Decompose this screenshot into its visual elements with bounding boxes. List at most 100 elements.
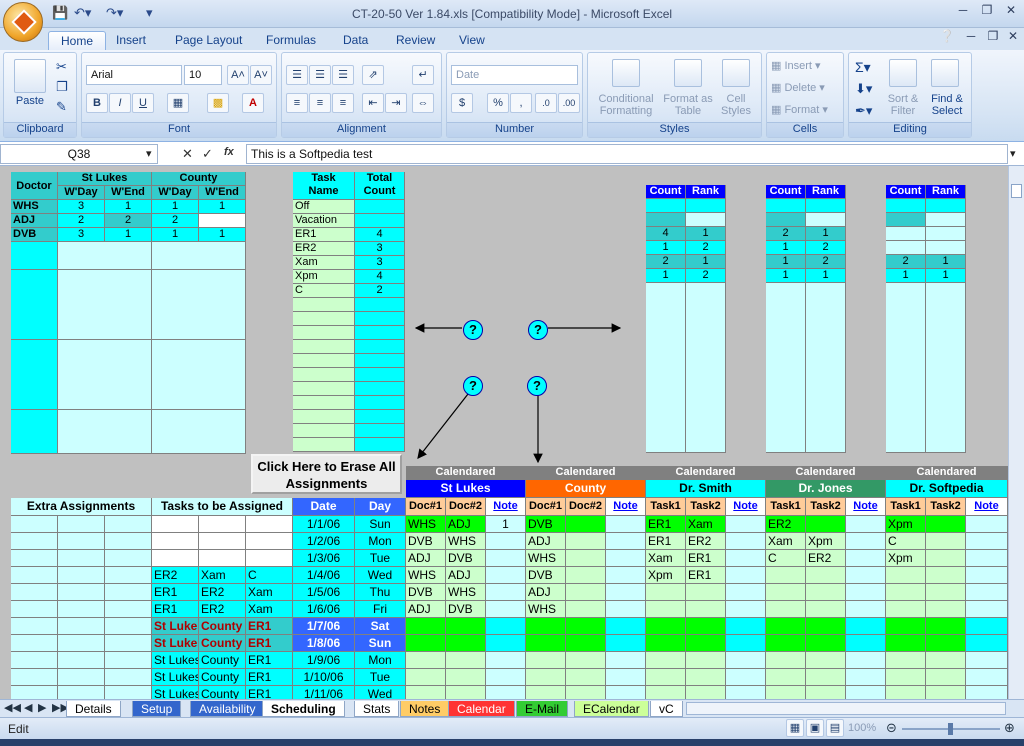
task-to-assign-cell[interactable] — [152, 533, 199, 550]
insert-function-icon[interactable]: fx — [224, 146, 234, 158]
summary-count[interactable]: 2 — [152, 214, 199, 228]
task-name[interactable] — [293, 354, 355, 368]
summary-blank[interactable] — [11, 340, 58, 410]
task-name[interactable] — [293, 382, 355, 396]
summary-blank[interactable] — [152, 340, 246, 410]
task-name[interactable] — [293, 312, 355, 326]
schedule-cell[interactable] — [886, 635, 926, 652]
schedule-cell[interactable]: ER1 — [646, 533, 686, 550]
align-middle-icon[interactable]: ☰ — [309, 65, 331, 85]
summary-blank[interactable] — [58, 410, 152, 454]
fill-icon[interactable]: ⬇▾ — [855, 81, 872, 97]
schedule-cell[interactable] — [846, 567, 886, 584]
binoculars-icon[interactable] — [931, 59, 959, 87]
task-count[interactable] — [355, 368, 405, 382]
tab-review[interactable]: Review — [384, 31, 447, 50]
day-header[interactable]: Day — [355, 498, 406, 516]
task-count[interactable] — [355, 354, 405, 368]
schedule-cell[interactable]: ADJ — [446, 516, 486, 533]
extra-assignment-cell[interactable] — [11, 516, 58, 533]
rank-cell[interactable] — [686, 199, 726, 213]
schedule-cell[interactable]: ER2 — [806, 550, 846, 567]
task-to-assign-cell[interactable]: Xam — [199, 567, 246, 584]
day-cell[interactable]: Mon — [355, 652, 406, 669]
count-cell[interactable]: 1 — [766, 269, 806, 283]
schedule-cell[interactable] — [566, 533, 606, 550]
schedule-cell[interactable] — [926, 618, 966, 635]
count-cell[interactable]: 1 — [646, 269, 686, 283]
schedule-cell[interactable] — [606, 550, 646, 567]
align-center-icon[interactable]: ≡ — [309, 93, 331, 113]
extra-assignment-cell[interactable] — [105, 550, 152, 567]
schedule-cell[interactable] — [486, 550, 526, 567]
summary-count[interactable]: 2 — [105, 214, 152, 228]
delete-button[interactable]: ▦ Delete ▾ — [771, 81, 825, 94]
count-cell[interactable]: 2 — [766, 227, 806, 241]
tab-page-layout[interactable]: Page Layout — [163, 31, 254, 50]
schedule-cell[interactable]: Xam — [766, 533, 806, 550]
page-break-view-icon[interactable]: ▤ — [826, 719, 844, 737]
grow-font-icon[interactable]: A˄ — [227, 65, 249, 85]
schedule-cell[interactable] — [566, 567, 606, 584]
task-to-assign-cell[interactable] — [152, 550, 199, 567]
schedule-cell[interactable] — [526, 652, 566, 669]
sheet-tab-setup[interactable]: Setup — [132, 701, 182, 717]
rank-cell[interactable]: 1 — [806, 227, 846, 241]
increase-decimal-icon[interactable]: .0 — [535, 93, 557, 113]
schedule-cell[interactable]: ADJ — [446, 567, 486, 584]
schedule-cell[interactable] — [806, 601, 846, 618]
worksheet-grid[interactable]: Doctor St Lukes County W'Day W'End W'Day W'End… — [0, 166, 1008, 699]
scroll-thumb[interactable] — [1011, 184, 1022, 198]
calendared-header[interactable]: Calendared — [646, 466, 766, 480]
schedule-cell[interactable] — [806, 652, 846, 669]
percent-icon[interactable]: % — [487, 93, 509, 113]
schedule-cell[interactable] — [486, 686, 526, 699]
count-cell[interactable]: 2 — [886, 255, 926, 269]
date-cell[interactable]: 1/2/06 — [293, 533, 355, 550]
task-name[interactable] — [293, 438, 355, 452]
align-left-icon[interactable]: ≡ — [286, 93, 308, 113]
day-cell[interactable]: Sun — [355, 635, 406, 652]
schedule-cell[interactable] — [766, 635, 806, 652]
schedule-cell[interactable]: Xpm — [646, 567, 686, 584]
task-to-assign-cell[interactable]: ER1 — [246, 652, 293, 669]
paste-button[interactable]: Paste — [8, 95, 52, 107]
schedule-cell[interactable] — [846, 686, 886, 699]
day-cell[interactable]: Tue — [355, 550, 406, 567]
task-name[interactable]: Vacation — [293, 214, 355, 228]
doc2-header[interactable]: Doc#2 — [566, 498, 606, 516]
date-cell[interactable]: 1/7/06 — [293, 618, 355, 635]
summary-count[interactable]: 3 — [58, 200, 105, 214]
task-to-assign-cell[interactable]: ER2 — [152, 567, 199, 584]
day-cell[interactable]: Sun — [355, 516, 406, 533]
schedule-cell[interactable] — [726, 601, 766, 618]
zoom-in-icon[interactable]: ⊕ — [1004, 720, 1015, 736]
schedule-cell[interactable] — [486, 567, 526, 584]
count-cell[interactable] — [646, 199, 686, 213]
date-cell[interactable]: 1/3/06 — [293, 550, 355, 567]
extra-assignment-cell[interactable] — [105, 567, 152, 584]
schedule-cell[interactable]: WHS — [446, 584, 486, 601]
schedule-cell[interactable] — [846, 601, 886, 618]
extra-assignment-cell[interactable] — [105, 686, 152, 699]
schedule-cell[interactable] — [926, 584, 966, 601]
task1-header[interactable]: Task1 — [766, 498, 806, 516]
schedule-cell[interactable] — [446, 635, 486, 652]
office-button[interactable] — [3, 2, 43, 42]
schedule-cell[interactable] — [646, 601, 686, 618]
schedule-cell[interactable] — [966, 652, 1008, 669]
sheet-tab-scheduling[interactable]: Scheduling — [262, 701, 345, 717]
schedule-cell[interactable] — [446, 618, 486, 635]
schedule-cell[interactable] — [846, 533, 886, 550]
rank-cell[interactable]: 2 — [686, 241, 726, 255]
schedule-cell[interactable] — [446, 669, 486, 686]
task-to-assign-cell[interactable]: ER2 — [199, 601, 246, 618]
cancel-icon[interactable]: ✕ — [182, 146, 193, 162]
align-right-icon[interactable]: ≡ — [332, 93, 354, 113]
date-cell[interactable]: 1/4/06 — [293, 567, 355, 584]
schedule-cell[interactable] — [606, 516, 646, 533]
schedule-cell[interactable] — [566, 686, 606, 699]
wday-wend-header[interactable]: W'Day — [58, 186, 105, 200]
rank-cell[interactable] — [926, 213, 966, 227]
count-cell[interactable]: 1 — [766, 241, 806, 255]
